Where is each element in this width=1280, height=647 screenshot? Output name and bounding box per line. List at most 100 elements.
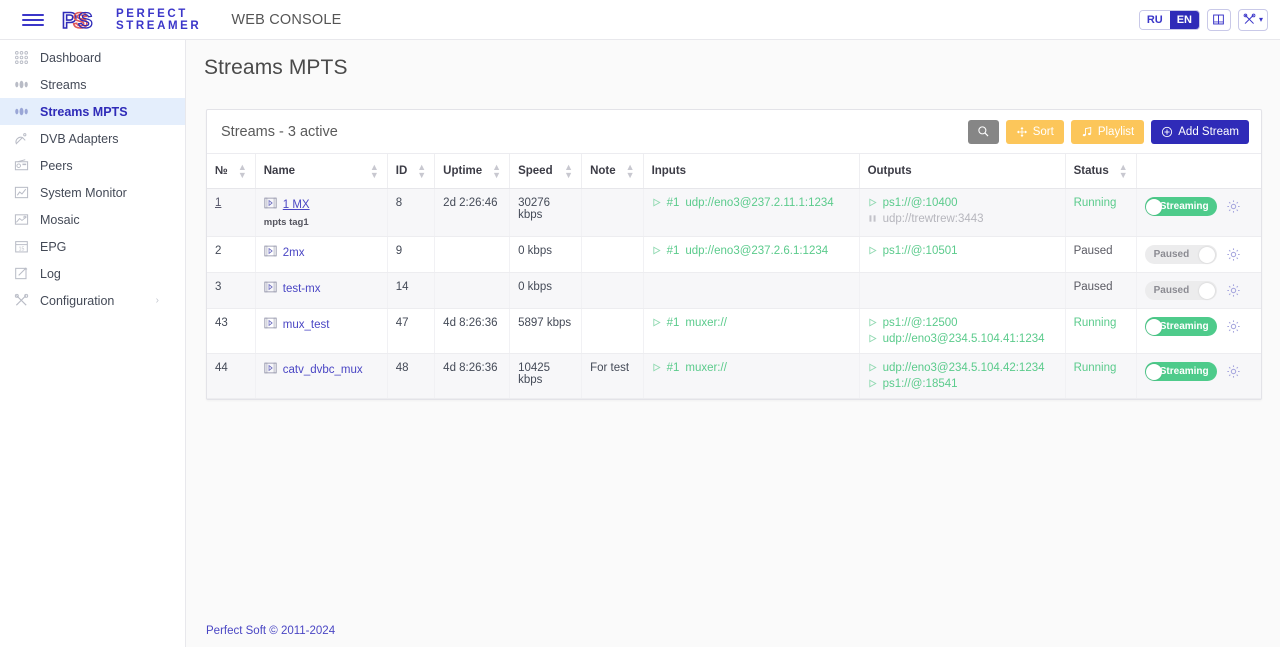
add-stream-button-label: Add Stream xyxy=(1178,126,1239,138)
cell-speed: 30276 kbps xyxy=(510,189,582,237)
top-bar-controls: RU EN ▾ xyxy=(1139,9,1268,31)
language-switch[interactable]: RU EN xyxy=(1139,10,1200,30)
sort-toggle-icon[interactable]: ▲▼ xyxy=(554,163,573,179)
outputs-entry[interactable]: ps1://@:18541 xyxy=(868,378,1057,390)
sidebar-item-dashboard[interactable]: Dashboard xyxy=(0,44,185,71)
gear-icon[interactable] xyxy=(1226,364,1241,379)
sort-toggle-icon[interactable]: ▲▼ xyxy=(1109,163,1128,179)
inputs-entry[interactable]: #1muxer:// xyxy=(652,362,851,374)
sidebar-item-peers[interactable]: Peers xyxy=(0,152,185,179)
svg-text:S: S xyxy=(78,8,93,33)
stream-toggle[interactable]: Streaming xyxy=(1145,362,1217,381)
sidebar-item-configuration[interactable]: Configuration› xyxy=(0,287,185,314)
table-row[interactable]: 22mx90 kbps#1udp://eno3@237.2.6.1:1234ps… xyxy=(207,237,1261,273)
app-title: WEB CONSOLE xyxy=(231,12,341,28)
sidebar-item-streams-mpts[interactable]: Streams MPTS xyxy=(0,98,185,125)
sidebar-item-log[interactable]: Log xyxy=(0,260,185,287)
play-icon xyxy=(868,318,877,327)
outputs-entry[interactable]: ps1://@:10400 xyxy=(868,197,1057,209)
play-icon xyxy=(652,363,661,374)
gear-icon[interactable] xyxy=(1226,199,1241,214)
gear-icon[interactable] xyxy=(1226,247,1241,262)
play-icon xyxy=(868,379,877,388)
streams-mpts-icon xyxy=(14,104,29,119)
sidebar-item-streams[interactable]: Streams xyxy=(0,71,185,98)
row-number: 43 xyxy=(215,317,228,329)
table-column-header-name[interactable]: Name▲▼ xyxy=(255,154,387,189)
gear-icon[interactable] xyxy=(1226,319,1241,334)
move-arrows-icon xyxy=(1016,126,1028,138)
stream-name-link[interactable]: test-mx xyxy=(283,283,321,295)
sort-toggle-icon[interactable]: ▲▼ xyxy=(482,163,501,179)
inputs-entry[interactable]: #1udp://eno3@237.2.6.1:1234 xyxy=(652,245,851,257)
music-note-icon xyxy=(1081,126,1093,138)
gear-icon[interactable] xyxy=(1226,283,1241,298)
sidebar-item-epg[interactable]: 15EPG xyxy=(0,233,185,260)
outputs-entry[interactable]: ps1://@:10501 xyxy=(868,245,1057,257)
outputs-entry[interactable]: udp://eno3@234.5.104.42:1234 xyxy=(868,362,1057,374)
row-number[interactable]: 1 xyxy=(215,197,221,209)
sort-toggle-icon[interactable]: ▲▼ xyxy=(407,163,426,179)
inputs-url: muxer:// xyxy=(685,362,727,374)
tools-menu-button[interactable]: ▾ xyxy=(1238,9,1268,31)
lang-en-button[interactable]: EN xyxy=(1170,11,1199,29)
film-strip-icon xyxy=(264,197,277,212)
status-badge: Running xyxy=(1074,362,1117,374)
outputs-entry[interactable]: udp://eno3@234.5.104.41:1234 xyxy=(868,333,1057,345)
table-column-header-№[interactable]: №▲▼ xyxy=(207,154,255,189)
brand-name-line1: PERFECT xyxy=(116,8,201,20)
stream-name-link[interactable]: 1 MX xyxy=(283,199,310,211)
table-column-header-id[interactable]: ID▲▼ xyxy=(387,154,434,189)
lang-ru-button[interactable]: RU xyxy=(1140,11,1170,29)
stream-name-link[interactable]: mux_test xyxy=(283,319,330,331)
hamburger-icon[interactable] xyxy=(12,14,54,26)
stream-name-link[interactable]: catv_dvbc_mux xyxy=(283,364,363,376)
playlist-button[interactable]: Playlist xyxy=(1071,120,1144,144)
sort-toggle-icon[interactable]: ▲▼ xyxy=(616,163,635,179)
sort-toggle-icon[interactable]: ▲▼ xyxy=(360,163,379,179)
search-button[interactable] xyxy=(968,120,999,144)
table-column-header-speed[interactable]: Speed▲▼ xyxy=(510,154,582,189)
manual-button[interactable] xyxy=(1207,9,1231,31)
stream-toggle[interactable]: Paused xyxy=(1145,281,1217,300)
stream-name-link[interactable]: 2mx xyxy=(283,247,305,259)
play-icon xyxy=(652,318,661,329)
play-icon xyxy=(652,246,661,257)
outputs-entry[interactable]: udp://trewtrew:3443 xyxy=(868,213,1057,225)
table-row[interactable]: 43mux_test474d 8:26:365897 kbps#1muxer:/… xyxy=(207,309,1261,354)
inputs-url: udp://eno3@237.2.6.1:1234 xyxy=(685,245,828,257)
table-row[interactable]: 44catv_dvbc_mux484d 8:26:3610425 kbpsFor… xyxy=(207,354,1261,399)
outputs-entry[interactable]: ps1://@:12500 xyxy=(868,317,1057,329)
sidebar-item-label: Configuration xyxy=(40,294,114,308)
sort-button[interactable]: Sort xyxy=(1006,120,1064,144)
chevron-down-icon: ▾ xyxy=(1259,15,1263,24)
cell-status: Running xyxy=(1065,189,1136,237)
sidebar-item-label: Mosaic xyxy=(40,213,80,227)
table-row[interactable]: 3test-mx140 kbpsPausedPaused xyxy=(207,273,1261,309)
log-pencil-icon xyxy=(14,266,40,281)
table-row[interactable]: 11 MXmpts tag182d 2:26:4630276 kbps#1udp… xyxy=(207,189,1261,237)
add-stream-button[interactable]: Add Stream xyxy=(1151,120,1249,144)
sort-toggle-icon[interactable]: ▲▼ xyxy=(228,163,247,179)
sidebar-item-system-monitor[interactable]: System Monitor xyxy=(0,179,185,206)
inputs-entry[interactable]: #1udp://eno3@237.2.11.1:1234 xyxy=(652,197,851,209)
sidebar-item-label: Streams xyxy=(40,78,87,92)
stream-toggle[interactable]: Streaming xyxy=(1145,197,1217,216)
column-label: ID xyxy=(396,165,408,177)
main-content: Streams MPTS Streams - 3 active xyxy=(186,40,1280,647)
sidebar-item-label: DVB Adapters xyxy=(40,132,119,146)
table-column-header-uptime[interactable]: Uptime▲▼ xyxy=(435,154,510,189)
table-column-header-note[interactable]: Note▲▼ xyxy=(582,154,643,189)
sidebar-item-dvb-adapters[interactable]: DVB Adapters xyxy=(0,125,185,152)
dashboard-icon xyxy=(14,50,29,65)
table-column-header-status[interactable]: Status▲▼ xyxy=(1065,154,1136,189)
inputs-entry[interactable]: #1muxer:// xyxy=(652,317,851,329)
brand-logo[interactable]: P S S PERFECT STREAMER xyxy=(62,8,201,32)
cell-status: Paused xyxy=(1065,237,1136,273)
cell-outputs: ps1://@:10400 udp://trewtrew:3443 xyxy=(859,189,1065,237)
stream-toggle[interactable]: Paused xyxy=(1145,245,1217,264)
page-title: Streams MPTS xyxy=(186,40,1280,80)
panel-title: Streams - 3 active xyxy=(221,124,338,140)
stream-toggle[interactable]: Streaming xyxy=(1145,317,1217,336)
sidebar-item-mosaic[interactable]: Mosaic xyxy=(0,206,185,233)
